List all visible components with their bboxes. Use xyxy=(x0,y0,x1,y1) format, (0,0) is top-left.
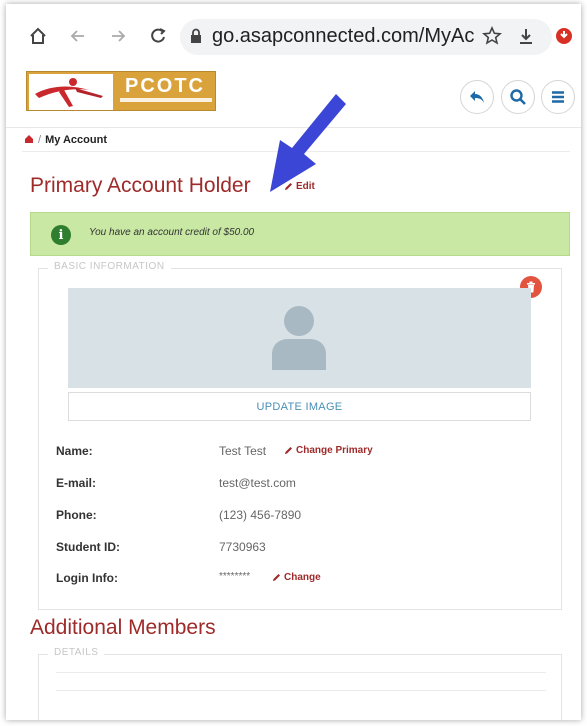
change-login-link[interactable]: Change xyxy=(272,572,321,583)
home-icon[interactable] xyxy=(24,22,52,50)
menu-button[interactable] xyxy=(541,80,575,114)
breadcrumb: / My Account xyxy=(24,130,107,150)
annotation-arrow xyxy=(270,94,346,192)
alert-message: You have an account credit of $50.00 xyxy=(89,227,255,238)
student-id-value: 7730963 xyxy=(219,540,266,554)
basic-information-legend: BASIC INFORMATION xyxy=(48,261,171,272)
search-icon xyxy=(510,89,526,105)
details-divider xyxy=(56,672,546,673)
info-row-login: Login Info: ******** Change xyxy=(56,569,556,589)
back-arrow-icon[interactable] xyxy=(64,22,92,50)
info-row-phone: Phone: (123) 456-7890 xyxy=(56,506,556,526)
name-label: Name: xyxy=(56,444,93,458)
reply-icon xyxy=(470,91,484,103)
star-icon[interactable] xyxy=(478,22,506,50)
breadcrumb-home-icon[interactable] xyxy=(24,134,34,147)
phone-value: (123) 456-7890 xyxy=(219,508,302,522)
info-icon: i xyxy=(51,225,71,245)
reload-icon[interactable] xyxy=(144,22,172,50)
user-placeholder-icon xyxy=(272,306,326,370)
breadcrumb-separator: / xyxy=(38,134,42,146)
pcotc-logo[interactable]: PCOTC xyxy=(26,71,216,111)
pencil-icon xyxy=(273,574,280,581)
info-row-email: E-mail: test@test.com xyxy=(56,474,556,494)
reply-button[interactable] xyxy=(460,80,494,114)
info-row-name: Name: Test Test Change Primary xyxy=(56,442,556,462)
logo-text: PCOTC xyxy=(125,75,205,97)
breadcrumb-current: My Account xyxy=(45,134,107,146)
additional-members-title: Additional Members xyxy=(30,616,216,639)
account-credit-alert: i You have an account credit of $50.00 xyxy=(30,212,570,256)
screenshot-frame: go.asapconnected.com/MyAccou PCOTC xyxy=(6,4,581,720)
search-button[interactable] xyxy=(501,80,535,114)
browser-menu-icon[interactable] xyxy=(550,22,578,50)
login-info-value: ******** xyxy=(219,571,251,582)
pencil-icon xyxy=(285,447,292,454)
browser-toolbar: go.asapconnected.com/MyAccou xyxy=(6,4,581,66)
details-divider xyxy=(56,690,546,691)
login-info-label: Login Info: xyxy=(56,571,118,585)
details-legend: DETAILS xyxy=(48,647,105,658)
page-title: Primary Account Holder xyxy=(30,174,251,197)
details-section xyxy=(38,654,562,720)
email-value: test@test.com xyxy=(219,476,296,490)
url-text[interactable]: go.asapconnected.com/MyAccou xyxy=(212,25,474,48)
hamburger-menu-icon xyxy=(552,91,564,103)
logo-tagline-bar xyxy=(120,98,212,102)
phone-label: Phone: xyxy=(56,508,97,522)
change-primary-label: Change Primary xyxy=(296,445,373,456)
download-icon[interactable] xyxy=(512,22,540,50)
profile-image xyxy=(68,288,531,388)
update-image-button[interactable]: UPDATE IMAGE xyxy=(68,392,531,421)
name-value: Test Test xyxy=(219,444,267,458)
student-id-label: Student ID: xyxy=(56,540,120,554)
lock-icon xyxy=(186,23,206,49)
change-login-label: Change xyxy=(284,572,321,583)
forward-arrow-icon[interactable] xyxy=(104,22,132,50)
change-primary-link[interactable]: Change Primary xyxy=(284,445,373,456)
info-row-student-id: Student ID: 7730963 xyxy=(56,538,556,558)
email-label: E-mail: xyxy=(56,476,97,490)
